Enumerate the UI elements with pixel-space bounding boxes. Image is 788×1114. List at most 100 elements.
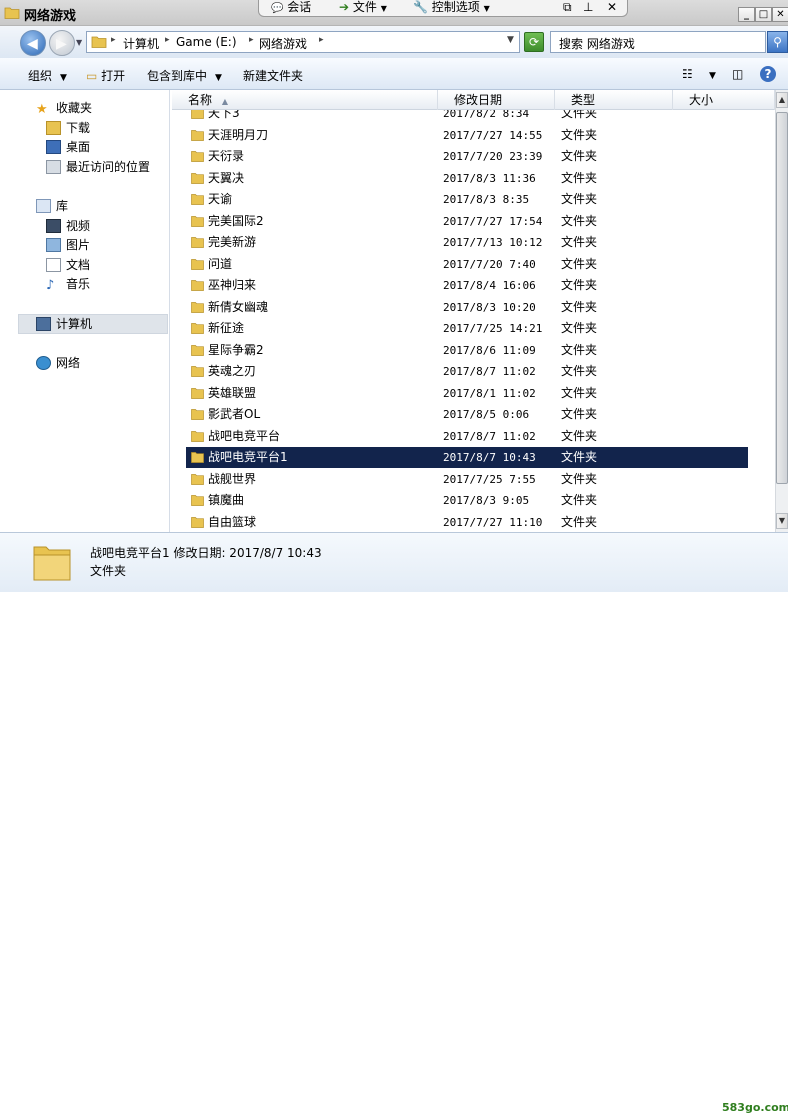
vertical-scrollbar[interactable]: ▲ ▼ (775, 90, 788, 532)
file-modified-date: 2017/8/3 10:20 (443, 300, 536, 314)
address-dropdown-icon[interactable]: ▼ (507, 35, 514, 45)
breadcrumb-drive[interactable]: Game (E:) (176, 35, 237, 49)
folder-icon (191, 172, 204, 184)
table-row[interactable]: 战吧电竞平台 2017/8/7 11:02 文件夹 (186, 426, 748, 447)
folder-icon (191, 110, 204, 119)
chevron-down-icon: ▼ (380, 4, 387, 13)
table-row[interactable]: 新征途 2017/7/25 14:21 文件夹 (186, 318, 748, 339)
file-menu[interactable]: ➔ 文件 ▼ (339, 0, 387, 16)
view-options-icon[interactable]: ☷ (682, 67, 693, 81)
search-button[interactable]: ⚲ (767, 31, 788, 53)
table-row[interactable]: 星际争霸2 2017/8/6 11:09 文件夹 (186, 340, 748, 361)
search-input[interactable]: 搜索 网络游戏 (550, 31, 766, 53)
file-name: 天涯明月刀 (208, 127, 269, 142)
table-row[interactable]: 英雄联盟 2017/8/1 11:02 文件夹 (186, 383, 748, 404)
open-button[interactable]: ▭ 打开 (86, 67, 125, 84)
file-modified-date: 2017/8/7 11:02 (443, 429, 536, 443)
scroll-up-arrow-icon[interactable]: ▲ (776, 92, 788, 108)
organize-button[interactable]: 组织 ▼ (28, 67, 67, 84)
folder-icon (191, 344, 204, 356)
file-name: 天下3 (208, 110, 240, 120)
breadcrumb-computer[interactable]: 计算机 (123, 35, 159, 52)
view-chevron-down-icon[interactable]: ▼ (709, 67, 716, 81)
table-row[interactable]: 问道 2017/7/20 7:40 文件夹 (186, 254, 748, 275)
details-name-and-date: 战吧电竞平台1 修改日期: 2017/8/7 10:43 (90, 546, 322, 560)
toolbar-close-icon[interactable]: ✕ (607, 0, 617, 16)
table-row[interactable]: 完美新游 2017/7/13 10:12 文件夹 (186, 232, 748, 253)
scroll-down-arrow-icon[interactable]: ▼ (776, 513, 788, 529)
forward-button[interactable]: ▶ (49, 30, 75, 56)
table-row[interactable]: 影武者OL 2017/8/5 0:06 文件夹 (186, 404, 748, 425)
file-type: 文件夹 (561, 299, 598, 314)
folder-icon (191, 237, 204, 248)
chevron-right-icon[interactable]: ▸ (249, 35, 254, 45)
table-row[interactable]: 战舰世界 2017/7/25 7:55 文件夹 (186, 469, 748, 490)
address-box[interactable]: ▸ 计算机 ▸ Game (E:) ▸ 网络游戏 ▸ ▼ (86, 31, 520, 53)
control-options-menu[interactable]: 🔧 控制选项 ▼ (413, 0, 490, 16)
file-name: 星际争霸2 (208, 342, 264, 357)
library-icon (36, 199, 51, 213)
include-in-library-button[interactable]: 包含到库中 ▼ (147, 67, 222, 84)
download-folder-icon (46, 121, 61, 135)
refresh-icon: ⟳ (528, 35, 540, 49)
file-modified-date: 2017/8/7 10:43 (443, 451, 536, 464)
table-row[interactable]: 完美国际2 2017/7/27 17:54 文件夹 (186, 211, 748, 232)
column-header-date[interactable]: 修改日期 (438, 90, 555, 110)
file-type: 文件夹 (561, 514, 598, 529)
recent-pages-chevron-icon[interactable]: ▼ (76, 38, 82, 47)
file-type: 文件夹 (561, 256, 598, 271)
chevron-down-icon: ▼ (60, 73, 67, 83)
minimize-button[interactable]: _ (738, 7, 755, 22)
file-rows: 天下3 2017/8/2 8:34 文件夹 天涯明月刀 2017/7/27 14:55 文… (172, 110, 775, 532)
computer-icon (36, 317, 51, 331)
table-row[interactable]: 自由篮球 2017/7/27 11:10 文件夹 (186, 512, 748, 533)
table-row[interactable]: 英魂之刃 2017/8/7 11:02 文件夹 (186, 361, 748, 382)
desktop-icon (46, 140, 61, 154)
column-header-type[interactable]: 类型 (555, 90, 673, 110)
file-name: 新征途 (208, 321, 245, 335)
preview-pane-icon[interactable]: ◫ (732, 67, 743, 81)
table-row[interactable]: 天衍录 2017/7/20 23:39 文件夹 (186, 146, 748, 167)
chat-menu[interactable]: 💬 会话 (271, 0, 311, 16)
table-row[interactable]: 镇魔曲 2017/8/3 9:05 文件夹 (186, 490, 748, 511)
toolbar-pin-icon[interactable]: ⊥ (583, 0, 593, 16)
file-type: 文件夹 (561, 428, 598, 443)
table-row[interactable]: 天下3 2017/8/2 8:34 文件夹 (186, 110, 748, 124)
file-type: 文件夹 (561, 364, 598, 378)
table-row[interactable]: 巫神归来 2017/8/4 16:06 文件夹 (186, 275, 748, 296)
toolbar-restore-icon[interactable]: ⧉ (563, 0, 572, 16)
breadcrumb-current-folder[interactable]: 网络游戏 (259, 35, 307, 52)
close-button[interactable]: ✕ (772, 7, 788, 22)
table-row[interactable]: 天谕 2017/8/3 8:35 文件夹 (186, 189, 748, 210)
chevron-right-icon[interactable]: ▸ (165, 35, 170, 45)
table-row-selected[interactable]: 战吧电竞平台1 2017/8/7 10:43 文件夹 (186, 447, 748, 468)
file-list: 名称 ▲ 修改日期 类型 大小 天下3 2017/8/2 8:34 文件夹 天涯明月刀… (172, 90, 775, 532)
maximize-button[interactable]: □ (755, 7, 772, 22)
music-note-icon: ♪ (46, 278, 55, 293)
folder-icon (191, 516, 204, 528)
folder-icon (191, 301, 204, 313)
file-modified-date: 2017/8/3 11:36 (443, 171, 536, 185)
column-header-size[interactable]: 大小 (673, 90, 775, 110)
file-modified-date: 2017/7/20 7:40 (443, 257, 536, 271)
help-icon[interactable]: ? (760, 66, 776, 82)
search-icon: ⚲ (773, 35, 782, 49)
folder-icon (191, 215, 204, 227)
table-row[interactable]: 天翼决 2017/8/3 11:36 文件夹 (186, 168, 748, 189)
new-folder-button[interactable]: 新建文件夹 (243, 67, 303, 84)
folder-icon (191, 387, 204, 399)
back-button[interactable]: ◀ (20, 30, 46, 56)
file-type: 文件夹 (561, 450, 598, 464)
scrollbar-thumb[interactable] (776, 112, 788, 484)
wrench-icon: 🔧 (413, 0, 428, 14)
column-header-name[interactable]: 名称 ▲ (172, 90, 438, 110)
chevron-right-icon[interactable]: ▸ (319, 35, 324, 45)
refresh-button[interactable]: ⟳ (524, 32, 544, 52)
chevron-right-icon[interactable]: ▸ (111, 35, 116, 45)
file-modified-date: 2017/7/13 10:12 (443, 236, 543, 249)
table-row[interactable]: 新倩女幽魂 2017/8/3 10:20 文件夹 (186, 297, 748, 318)
network-icon (36, 356, 51, 370)
file-type: 文件夹 (561, 127, 598, 142)
command-bar: 组织 ▼ ▭ 打开 包含到库中 ▼ 新建文件夹 ☷ ▼ ◫ ? (0, 58, 788, 90)
table-row[interactable]: 天涯明月刀 2017/7/27 14:55 文件夹 (186, 125, 748, 146)
